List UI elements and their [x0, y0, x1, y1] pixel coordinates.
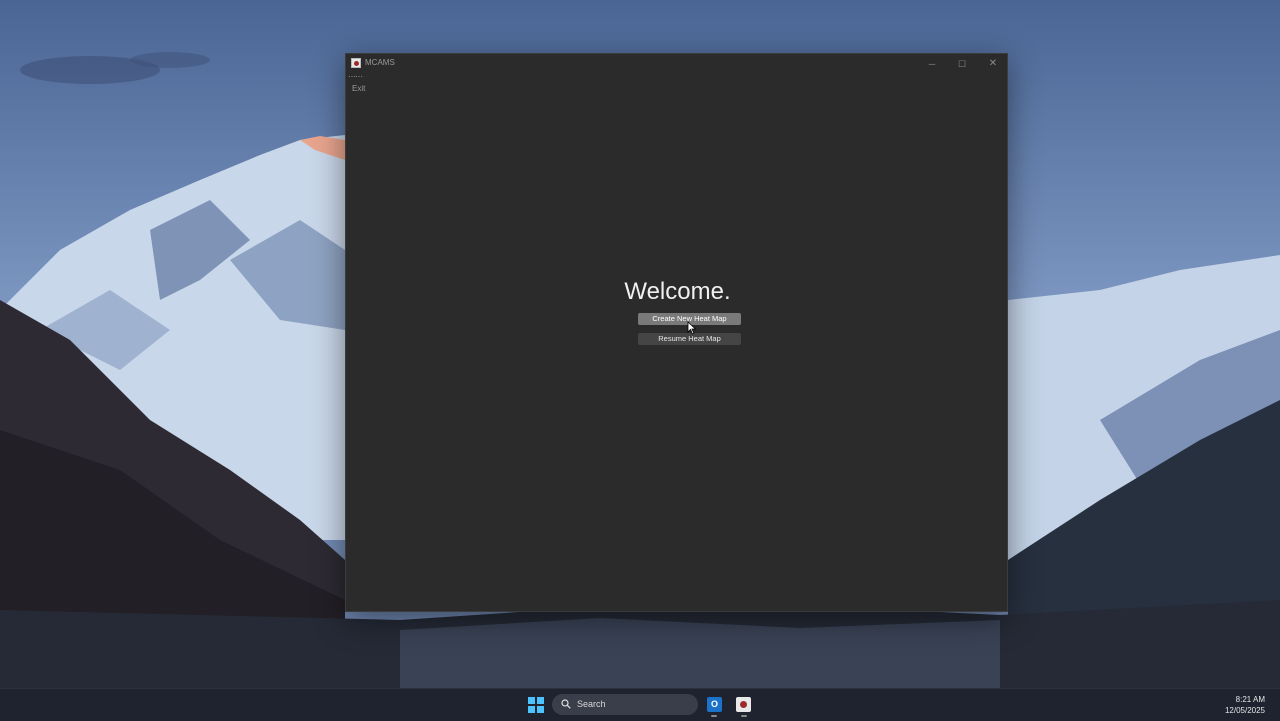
system-clock[interactable]: 8:21 AM 12/05/2025 [1225, 694, 1265, 716]
clock-time: 8:21 AM [1235, 695, 1265, 704]
outlook-icon[interactable]: O [707, 697, 722, 712]
taskbar: Search O 8:21 AM 12/05/2025 [0, 688, 1280, 721]
mouse-cursor-icon [687, 321, 697, 335]
search-label: Search [577, 699, 606, 709]
taskbar-search-box[interactable]: Search [552, 694, 698, 715]
title-bar[interactable]: MCAMS ─ ☐ ✕ [346, 54, 1007, 74]
window-title: MCAMS [365, 58, 395, 67]
running-indicator [711, 715, 717, 717]
close-button[interactable]: ✕ [985, 57, 1001, 71]
running-indicator [741, 715, 747, 717]
welcome-heading: Welcome. [624, 278, 731, 305]
search-icon [561, 699, 571, 709]
clock-date: 12/05/2025 [1224, 706, 1265, 715]
menu-item-exit[interactable]: Exit [352, 84, 365, 93]
minimize-button[interactable]: ─ [924, 57, 940, 71]
mcams-icon[interactable] [736, 697, 751, 712]
mcams-window: MCAMS ─ ☐ ✕ ⋯⋯ Exit Welcome. Create New … [345, 53, 1008, 612]
app-icon [351, 58, 361, 68]
windows-start-icon[interactable] [528, 697, 544, 713]
menu-handle[interactable]: ⋯⋯ [348, 73, 363, 81]
maximize-button[interactable]: ☐ [954, 57, 970, 71]
